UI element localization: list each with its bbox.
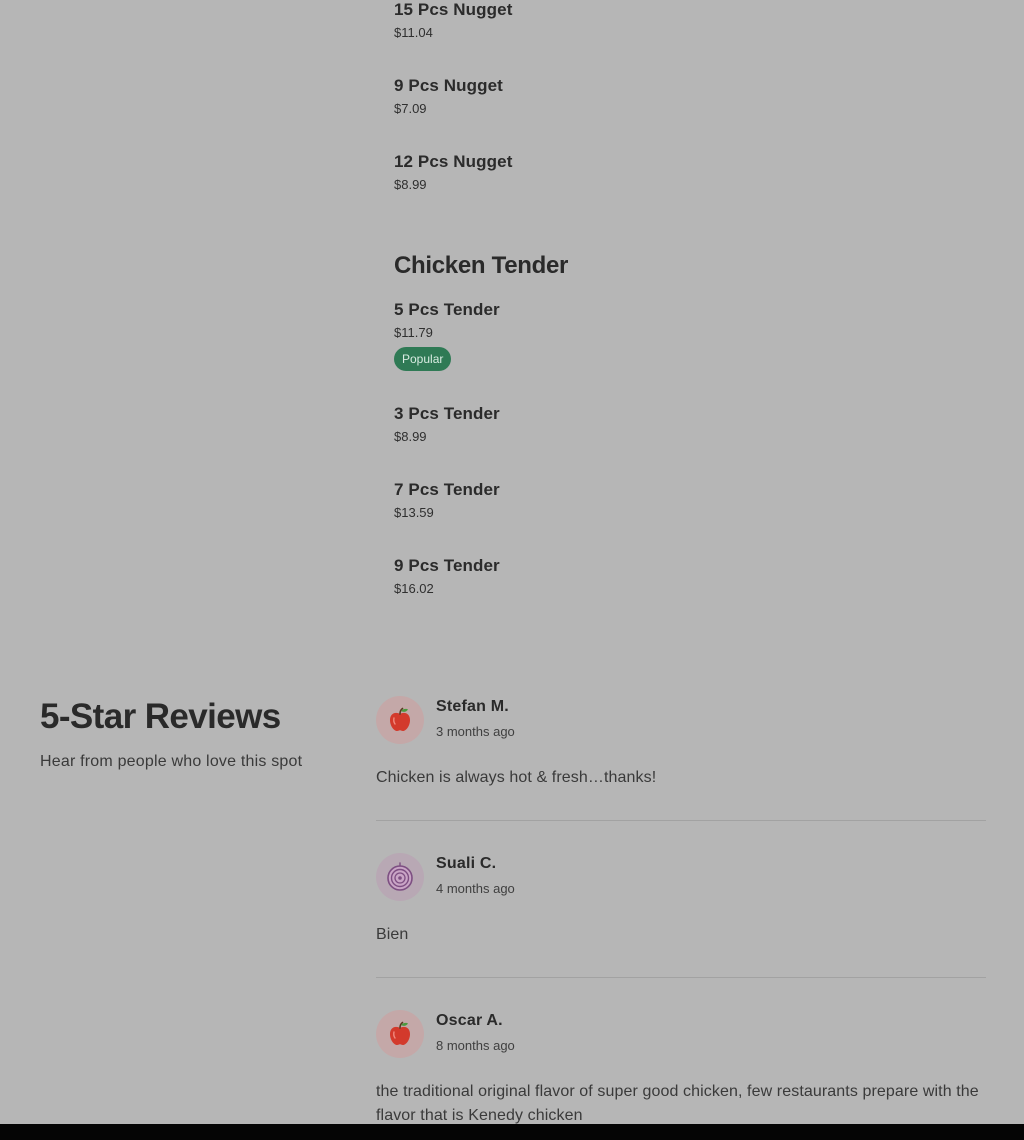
menu-item-name: 9 Pcs Nugget (394, 76, 503, 95)
reviewer-name: Stefan M. (436, 698, 509, 715)
menu-item[interactable]: 12 Pcs Nugget $8.99 (394, 152, 994, 193)
apple-icon (390, 1021, 410, 1045)
review-text: the traditional original flavor of super… (376, 1083, 979, 1124)
menu-item-price: $8.99 (394, 429, 427, 444)
review-time: 4 months ago (436, 881, 515, 896)
reviewer-avatar (376, 1010, 424, 1058)
reviewer-name: Oscar A. (436, 1012, 503, 1029)
reviews-heading: 5-Star Reviews (40, 697, 281, 736)
review-divider (376, 820, 986, 821)
review-time: 3 months ago (436, 724, 515, 739)
menu-item-name: 15 Pcs Nugget (394, 0, 513, 19)
review-divider (376, 977, 986, 978)
menu-item[interactable]: 3 Pcs Tender $8.99 (394, 404, 994, 445)
menu-item-price: $7.09 (394, 101, 427, 116)
menu-item[interactable]: 15 Pcs Nugget $11.04 (394, 0, 994, 41)
menu-item-price: $11.79 (394, 325, 433, 340)
menu-item-price: $8.99 (394, 177, 427, 192)
menu-item-name: 7 Pcs Tender (394, 480, 500, 499)
menu-item[interactable]: 7 Pcs Tender $13.59 (394, 480, 994, 521)
menu-item-name: 9 Pcs Tender (394, 556, 500, 575)
menu-item[interactable]: 5 Pcs Tender $11.79 Popular (394, 300, 994, 371)
menu-item[interactable]: 9 Pcs Nugget $7.09 (394, 76, 994, 117)
review-text: Bien (376, 926, 409, 943)
bottom-bar (0, 1124, 1024, 1140)
section-title: Chicken Tender (394, 252, 569, 279)
review-time: 8 months ago (436, 1038, 515, 1053)
menu-item-price: $16.02 (394, 581, 434, 596)
menu-item-name: 5 Pcs Tender (394, 300, 500, 319)
menu-item-name: 3 Pcs Tender (394, 404, 500, 423)
reviewer-avatar (376, 696, 424, 744)
menu-item-price: $13.59 (394, 505, 434, 520)
onion-icon (387, 862, 413, 891)
menu-item[interactable]: 9 Pcs Tender $16.02 (394, 556, 994, 597)
reviewer-name: Suali C. (436, 855, 497, 872)
review-text: Chicken is always hot & fresh…thanks! (376, 769, 657, 786)
popular-badge: Popular (394, 347, 452, 371)
reviews-subheading: Hear from people who love this spot (40, 753, 303, 770)
menu-item-price: $11.04 (394, 25, 433, 40)
reviewer-avatar (376, 853, 424, 901)
menu-item-name: 12 Pcs Nugget (394, 152, 513, 171)
apple-icon (390, 707, 410, 731)
